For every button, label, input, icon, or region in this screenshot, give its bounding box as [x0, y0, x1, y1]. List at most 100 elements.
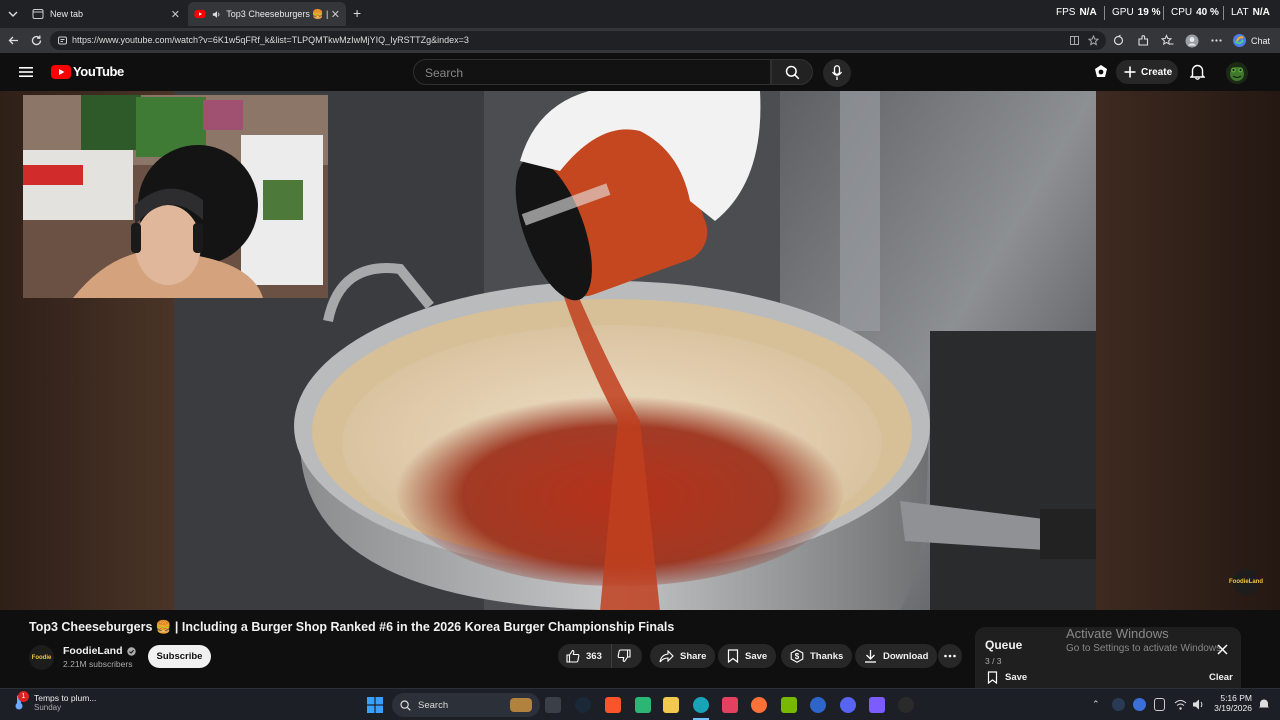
- extension-gem-icon[interactable]: [1093, 64, 1109, 80]
- channel-avatar[interactable]: Foodie: [29, 645, 54, 670]
- channel-name-text: FoodieLand: [63, 645, 123, 657]
- copilot-chat-button[interactable]: Chat: [1232, 32, 1270, 49]
- obs-icon[interactable]: [898, 697, 914, 713]
- clock[interactable]: 5:16 PM 3/19/2026: [1212, 693, 1252, 713]
- wifi-tray-icon[interactable]: [1174, 698, 1187, 711]
- download-button[interactable]: Download: [855, 644, 938, 668]
- microphone-tray-icon[interactable]: [1154, 698, 1165, 711]
- start-windows-icon[interactable]: [367, 697, 383, 713]
- create-label: Create: [1141, 66, 1173, 78]
- thanks-label: Thanks: [810, 650, 844, 662]
- stat-value: N/A: [1079, 7, 1097, 18]
- network-tray-icon[interactable]: [1133, 698, 1146, 711]
- search-highlight-icon: [510, 698, 532, 712]
- steam-icon[interactable]: [575, 697, 591, 713]
- tab-new-tab[interactable]: New tab ✕: [26, 2, 186, 26]
- notifications-bell-icon[interactable]: [1190, 63, 1205, 80]
- reader-view-icon[interactable]: [1069, 35, 1080, 46]
- extension-sync-icon[interactable]: [1112, 34, 1125, 47]
- edge-browser-icon[interactable]: [693, 697, 709, 713]
- voice-search-button[interactable]: [823, 59, 851, 87]
- browser-toolbar: https://www.youtube.com/watch?v=6K1w5qFR…: [0, 28, 1280, 53]
- channel-avatar-text: Foodie: [31, 654, 52, 661]
- youtube-logo[interactable]: YouTube: [51, 64, 124, 79]
- search-input[interactable]: [425, 66, 725, 80]
- stat-value: 40 %: [1196, 7, 1219, 18]
- more-actions-button[interactable]: [938, 644, 962, 668]
- site-info-icon[interactable]: [57, 35, 68, 46]
- video-player[interactable]: FoodieLand: [0, 91, 1280, 610]
- discord-icon[interactable]: [840, 697, 856, 713]
- queue-clear-button[interactable]: Clear: [1209, 672, 1233, 683]
- queue-title: Queue: [985, 638, 1023, 652]
- youtube-wordmark: YouTube: [73, 64, 124, 79]
- extensions-puzzle-icon[interactable]: [1137, 34, 1150, 47]
- windows-taskbar: 1 Temps to plum... Sunday Search ⌃ 5:16 …: [0, 688, 1280, 720]
- chat-label: Chat: [1251, 35, 1271, 46]
- brave-browser-icon[interactable]: [605, 697, 621, 713]
- tab-youtube-video[interactable]: Top3 Cheeseburgers 🍔 | Inclu ✕: [188, 2, 346, 26]
- notes-app-icon[interactable]: [635, 697, 651, 713]
- new-tab-button[interactable]: +: [353, 5, 361, 21]
- address-bar[interactable]: https://www.youtube.com/watch?v=6K1w5qFR…: [50, 31, 1106, 50]
- activate-windows-watermark: Activate Windows Go to Settings to activ…: [1066, 626, 1220, 654]
- speaker-icon[interactable]: [212, 9, 221, 20]
- video-title: Top3 Cheeseburgers 🍔 | Including a Burge…: [29, 620, 675, 634]
- like-dislike-group: 363: [558, 644, 642, 668]
- search-icon: [400, 699, 411, 711]
- share-button[interactable]: Share: [650, 644, 716, 668]
- tiktok-app-icon[interactable]: [722, 697, 738, 713]
- search-box: [413, 59, 771, 85]
- favorites-icon[interactable]: [1161, 34, 1174, 47]
- volume-tray-icon[interactable]: [1192, 698, 1205, 711]
- profile-avatar-icon[interactable]: [1185, 34, 1199, 48]
- tab-list-dropdown-icon[interactable]: [6, 8, 20, 20]
- channel-name[interactable]: FoodieLand: [63, 645, 136, 657]
- download-icon: [865, 650, 876, 663]
- search-icon: [785, 65, 800, 80]
- show-hidden-icons-chevron-icon[interactable]: ⌃: [1092, 699, 1100, 710]
- new-tab-page-icon: [32, 9, 44, 19]
- app-grid-icon[interactable]: [869, 697, 885, 713]
- taskbar-search[interactable]: Search: [392, 693, 540, 717]
- cpu-stat: CPU 40 %: [1171, 7, 1219, 18]
- save-label: Save: [745, 650, 768, 662]
- weather-widget[interactable]: 1 Temps to plum... Sunday: [10, 691, 97, 712]
- file-explorer-icon[interactable]: [663, 697, 679, 713]
- taskbar-search-label: Search: [418, 699, 449, 711]
- youtube-favicon-icon: [194, 10, 206, 18]
- like-button[interactable]: 363: [558, 644, 612, 668]
- stat-label: CPU: [1171, 7, 1193, 18]
- stat-label: LAT: [1231, 7, 1249, 18]
- weather-text: Temps to plum...: [34, 693, 97, 703]
- queue-save-button[interactable]: Save: [987, 671, 1027, 684]
- close-tab-icon[interactable]: ✕: [171, 8, 180, 21]
- task-view-icon[interactable]: [545, 697, 561, 713]
- channel-watermark[interactable]: FoodieLand: [1229, 569, 1263, 595]
- browser-tab-strip: New tab ✕ Top3 Cheeseburgers 🍔 | Inclu ✕…: [0, 0, 1280, 28]
- steam-tray-icon[interactable]: [1112, 698, 1125, 711]
- url-text: https://www.youtube.com/watch?v=6K1w5qFR…: [72, 35, 469, 45]
- hamburger-menu-icon[interactable]: [19, 66, 33, 78]
- settings-more-icon[interactable]: [1210, 34, 1223, 47]
- close-tab-icon[interactable]: ✕: [331, 8, 340, 21]
- share-arrow-icon: [659, 649, 674, 662]
- back-arrow-icon[interactable]: [7, 34, 20, 47]
- more-horizontal-icon: [944, 654, 956, 658]
- thanks-button[interactable]: $ Thanks: [781, 644, 853, 668]
- latency-stat: LAT N/A: [1231, 7, 1270, 18]
- search-button[interactable]: [771, 59, 813, 85]
- dislike-button[interactable]: [612, 644, 642, 668]
- notification-center-icon[interactable]: [1258, 698, 1270, 710]
- create-button[interactable]: Create: [1116, 60, 1178, 84]
- nvidia-icon[interactable]: [781, 697, 797, 713]
- divider: [1104, 6, 1105, 20]
- favorite-star-icon[interactable]: [1088, 35, 1099, 46]
- subscribe-button[interactable]: Subscribe: [148, 645, 211, 668]
- reload-icon[interactable]: [30, 34, 43, 47]
- tab-title: New tab: [50, 9, 84, 19]
- launcher-app-icon[interactable]: [810, 697, 826, 713]
- account-avatar[interactable]: [1226, 62, 1248, 84]
- firefox-icon[interactable]: [751, 697, 767, 713]
- save-button[interactable]: Save: [718, 644, 777, 668]
